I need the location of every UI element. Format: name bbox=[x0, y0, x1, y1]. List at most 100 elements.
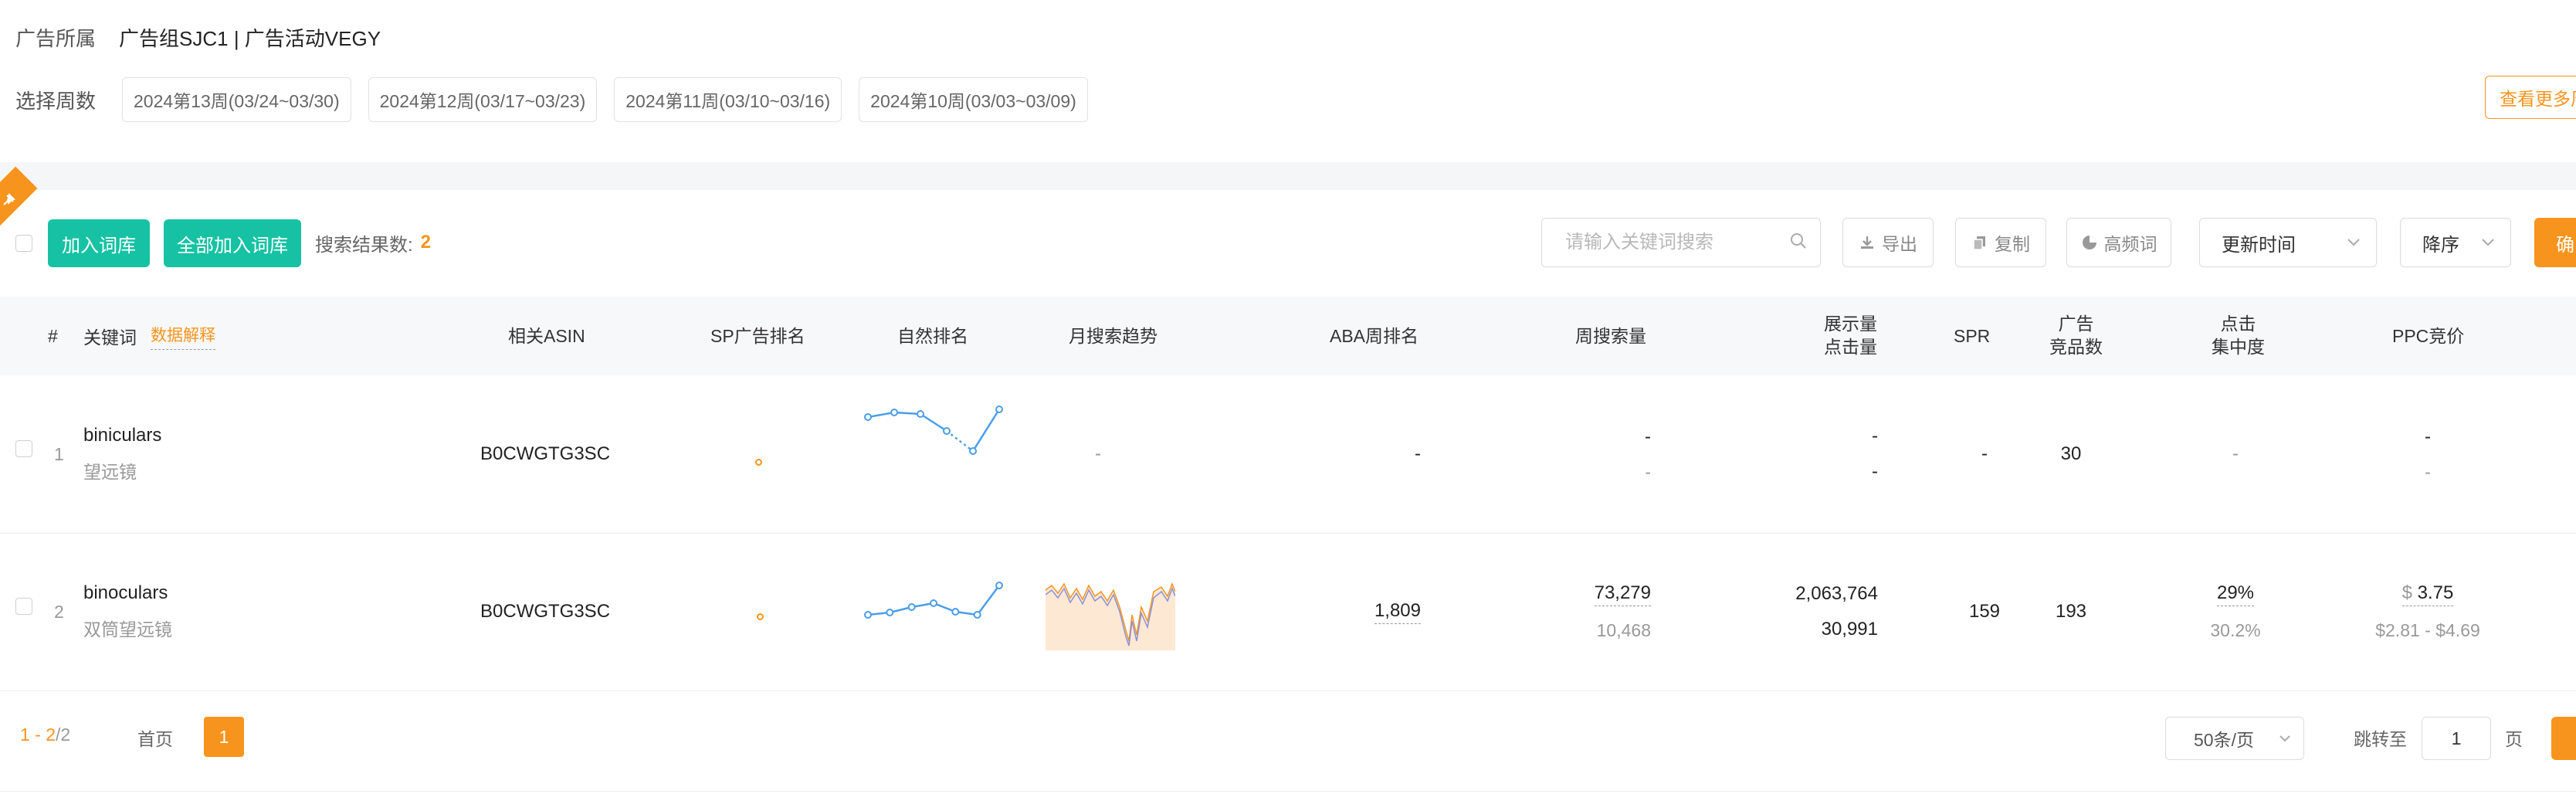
monthly-search-trend-chart bbox=[1046, 582, 1175, 650]
pin-icon bbox=[0, 192, 19, 210]
jump-to-label: 跳转至 bbox=[2354, 729, 2407, 749]
page-range: 1 - 2/2 bbox=[20, 724, 70, 745]
add-all-to-library-button[interactable]: 全部加入词库 bbox=[164, 219, 301, 267]
clicks-value: - bbox=[1872, 461, 1878, 482]
row-index: 1 bbox=[54, 443, 64, 464]
spr-cell: - bbox=[1981, 443, 1988, 464]
aba-rank-value[interactable]: 1,809 bbox=[1374, 600, 1421, 624]
col-monthly-trend: 月搜索趋势 bbox=[1069, 326, 1158, 346]
keyword-text[interactable]: biniculars bbox=[83, 425, 161, 446]
organic-rank-sparkline bbox=[864, 405, 1003, 455]
high-frequency-label: 高频词 bbox=[2103, 234, 2157, 254]
click-concentration-cell: 29% 30.2% bbox=[2193, 533, 2278, 691]
pie-chart-icon bbox=[2082, 236, 2096, 249]
ppc-range: - bbox=[2425, 461, 2431, 482]
col-weekly-search: 周搜索量 bbox=[1575, 326, 1646, 346]
keyword-text[interactable]: binoculars bbox=[83, 582, 172, 604]
page-size-select[interactable]: 50条/页 bbox=[2165, 717, 2304, 760]
keyword-search-box bbox=[1541, 218, 1821, 267]
sparkline-point bbox=[995, 405, 1003, 413]
click-concentration-value[interactable]: 29% bbox=[2216, 582, 2255, 606]
week-option-11[interactable]: 2024第11周(03/10~03/16) bbox=[614, 77, 842, 122]
copy-label: 复制 bbox=[1995, 234, 2030, 254]
col-clicks: 点击量 bbox=[1824, 337, 1877, 357]
impressions-value: 2,063,764 bbox=[1795, 583, 1878, 604]
row-checkbox[interactable] bbox=[15, 440, 32, 457]
clicks-value: 30,991 bbox=[1821, 619, 1878, 640]
first-page-button[interactable]: 首页 bbox=[137, 724, 173, 751]
col-impressions: 展示量 bbox=[1824, 314, 1877, 334]
sparkline-point bbox=[969, 447, 977, 455]
go-button[interactable] bbox=[2551, 717, 2576, 760]
page-range-end: 2 bbox=[46, 724, 56, 745]
high-frequency-words-button[interactable]: 高频词 bbox=[2066, 218, 2171, 267]
search-icon[interactable] bbox=[1789, 232, 1808, 254]
keyword-cell: biniculars 望远镜 bbox=[83, 375, 161, 533]
sparkline-point bbox=[907, 603, 916, 611]
jump-page-input[interactable]: 1 bbox=[2422, 717, 2491, 760]
add-to-library-button[interactable]: 加入词库 bbox=[48, 219, 150, 267]
sparkline-point bbox=[930, 599, 937, 607]
table-row: 2 binoculars 双筒望远镜 B0CWGTG3SC 1,809 73,2… bbox=[0, 533, 2576, 691]
ad-owner-label: 广告所属 bbox=[15, 26, 97, 50]
weekly-search-sub: 10,468 bbox=[1596, 620, 1651, 640]
keyword-translation: 双筒望远镜 bbox=[83, 619, 172, 640]
impressions-clicks-cell: 2,063,764 30,991 bbox=[1699, 533, 1878, 691]
week-selector: 选择周数 2024第13周(03/24~03/30) 2024第12周(03/1… bbox=[15, 77, 1088, 122]
col-sp-rank: SP广告排名 bbox=[710, 326, 805, 346]
sparkline-point bbox=[917, 410, 924, 418]
click-concentration-cell: - bbox=[2232, 443, 2239, 464]
sparkline-segment bbox=[946, 430, 974, 452]
ppc-bid-cell: - - bbox=[2351, 375, 2505, 533]
ppc-bid-cell: $ 3.75 $2.81 - $4.69 bbox=[2351, 533, 2505, 691]
ppc-value-group[interactable]: $ 3.75 bbox=[2401, 582, 2454, 606]
weekly-search-value[interactable]: 73,279 bbox=[1594, 582, 1651, 606]
chevron-down-icon bbox=[2279, 735, 2290, 742]
aba-rank-cell: 1,809 bbox=[1235, 533, 1421, 691]
col-ppc-bid: PPC竞价 bbox=[2392, 326, 2465, 346]
confirm-button[interactable]: 确 bbox=[2534, 218, 2576, 267]
sort-order-select[interactable]: 降序 bbox=[2400, 218, 2511, 267]
pagination: 1 - 2/2 首页 1 50条/页 跳转至 1 页 bbox=[0, 711, 2576, 766]
data-explanation-link[interactable]: 数据解释 bbox=[151, 324, 215, 350]
sparkline-point bbox=[886, 609, 894, 616]
keyword-search-input[interactable] bbox=[1564, 231, 1783, 254]
export-button[interactable]: 导出 bbox=[1842, 218, 1934, 267]
result-count-value: 2 bbox=[420, 232, 432, 253]
sparkline-point bbox=[864, 413, 872, 421]
sparkline-segment bbox=[893, 411, 921, 416]
sp-rank-dot bbox=[757, 613, 764, 620]
table-row: 1 biniculars 望远镜 B0CWGTG3SC - - - - - - … bbox=[0, 375, 2576, 534]
asin-cell[interactable]: B0CWGTG3SC bbox=[480, 375, 610, 533]
sparkline-point bbox=[951, 608, 960, 616]
result-count-label: 搜索结果数: bbox=[315, 234, 413, 256]
sparkline-segment bbox=[976, 585, 1001, 616]
asin-cell[interactable]: B0CWGTG3SC bbox=[480, 533, 610, 691]
keyword-analysis-page: 广告所属 广告组SJC1 | 广告活动VEGY 选择周数 2024第13周(03… bbox=[0, 0, 2576, 794]
select-all-checkbox[interactable] bbox=[15, 235, 32, 252]
week-option-13[interactable]: 2024第13周(03/24~03/30) bbox=[122, 77, 351, 122]
keyword-cell: binoculars 双筒望远镜 bbox=[83, 533, 172, 691]
week-selector-label: 选择周数 bbox=[15, 89, 97, 113]
page-unit-label: 页 bbox=[2505, 729, 2523, 749]
row-checkbox[interactable] bbox=[15, 598, 32, 615]
week-option-12[interactable]: 2024第12周(03/17~03/23) bbox=[368, 77, 598, 122]
section-divider bbox=[0, 162, 2576, 190]
col-keyword: 关键词 数据解释 bbox=[83, 324, 215, 350]
keyword-translation: 望远镜 bbox=[83, 462, 137, 482]
page-total: /2 bbox=[56, 724, 71, 745]
col-ad-competitors-line1: 广告 bbox=[2058, 314, 2094, 334]
col-keyword-label: 关键词 bbox=[83, 327, 137, 348]
copy-button[interactable]: 复制 bbox=[1955, 218, 2046, 267]
ad-competitors-cell: 30 bbox=[2060, 443, 2082, 464]
week-option-10[interactable]: 2024第10周(03/03~03/09) bbox=[859, 77, 1088, 122]
more-weeks-button[interactable]: 查看更多周 bbox=[2485, 76, 2576, 119]
current-page-button[interactable]: 1 bbox=[204, 717, 244, 757]
col-click-concentration-line1: 点击 bbox=[2220, 314, 2256, 334]
spr-cell: 159 bbox=[1968, 601, 2001, 622]
aba-rank-cell: - bbox=[1415, 443, 1421, 464]
sort-field-select[interactable]: 更新时间 bbox=[2199, 218, 2377, 267]
sparkline-point bbox=[864, 611, 872, 619]
ppc-currency: $ bbox=[2401, 582, 2412, 603]
impressions-value: - bbox=[1872, 426, 1878, 446]
